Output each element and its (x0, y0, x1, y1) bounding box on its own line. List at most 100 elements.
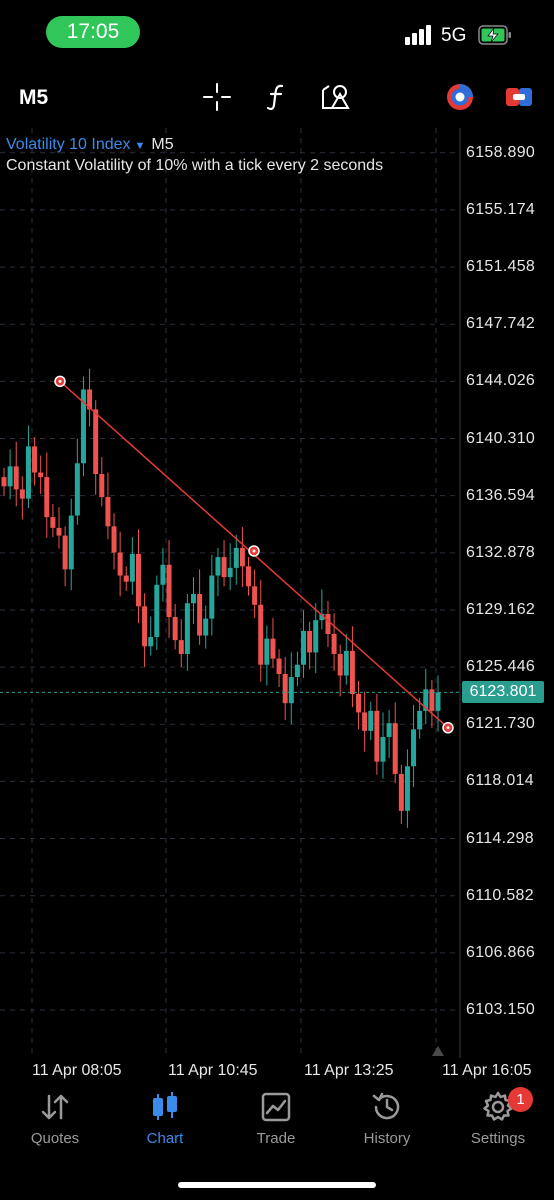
candle-body (184, 603, 190, 654)
time-axis-label: 11 Apr 08:05 (32, 1062, 122, 1079)
chart-shift-marker (432, 1046, 444, 1056)
price-axis-label: 6144.026 (466, 372, 536, 390)
candle-body (282, 673, 288, 704)
candle-body (356, 693, 362, 713)
tab-label-quotes: Quotes (30, 1130, 80, 1147)
one-click-trading-icon[interactable] (504, 82, 534, 112)
candle-body (307, 630, 313, 653)
candle-body (411, 729, 417, 767)
candle-body (233, 547, 239, 568)
candle-body (276, 658, 282, 674)
candle-body (105, 497, 111, 527)
status-time[interactable]: 17:05 (46, 16, 140, 48)
tab-label-history: History (363, 1130, 411, 1147)
candle-body (209, 575, 215, 619)
symbol-timeframe: M5 (151, 136, 174, 153)
price-axis-label: 6132.878 (466, 543, 536, 561)
current-price-tag: 6123.801 (462, 681, 544, 704)
candle-body (178, 640, 184, 654)
candle-body (19, 489, 25, 499)
candle-body (337, 653, 343, 676)
time-axis-label: 11 Apr 13:25 (304, 1062, 394, 1079)
candle-body (74, 463, 80, 516)
trendline-anchor-center (446, 726, 450, 730)
candle-body (343, 650, 349, 676)
trendline-anchor-center (252, 549, 256, 553)
chart-symbol-header[interactable]: Volatility 10 Index ▼ M5 (6, 136, 174, 154)
candle-body (135, 554, 141, 607)
candle-body (32, 446, 38, 473)
candle-body (50, 517, 56, 528)
candle-body (221, 557, 227, 578)
candle-body (203, 618, 209, 636)
candle-body (392, 723, 398, 774)
price-axis-label: 6125.446 (466, 658, 536, 676)
candle-body (386, 723, 392, 738)
candle-body (252, 586, 258, 605)
settings-notification-badge: 1 (508, 1087, 533, 1112)
candle-body (368, 710, 374, 731)
tab-quotes[interactable]: Quotes (0, 1090, 110, 1150)
candle-body (331, 633, 337, 654)
objects-shapes-icon[interactable] (320, 82, 350, 112)
candle-body (111, 526, 117, 553)
price-axis-label: 6110.582 (466, 886, 534, 904)
price-axis-label: 6106.866 (466, 943, 536, 961)
tab-trade[interactable]: Trade (221, 1090, 331, 1150)
candle-body (190, 594, 196, 604)
candle-body (129, 554, 135, 582)
price-axis-label: 6129.162 (466, 600, 536, 618)
candle-body (142, 606, 148, 647)
candle-body (148, 637, 154, 647)
candle-body (227, 567, 233, 578)
price-axis-label: 6155.174 (466, 200, 536, 218)
candle-body (246, 566, 252, 587)
price-axis-label: 6147.742 (466, 315, 536, 333)
time-axis-label: 11 Apr 10:45 (168, 1062, 258, 1079)
indicators-f-icon[interactable] (262, 82, 292, 112)
symbol-dropdown-icon[interactable]: ▼ (135, 140, 146, 152)
price-axis-label: 6140.310 (466, 429, 536, 447)
candle-body (417, 710, 423, 730)
candle-body (62, 535, 68, 570)
tab-chart[interactable]: Chart (110, 1090, 220, 1150)
tab-label-settings: Settings (470, 1130, 526, 1147)
price-axis-label: 6121.730 (466, 715, 536, 733)
candlestick-icon (153, 1092, 177, 1120)
theme-toggle-icon[interactable] (445, 82, 475, 112)
candle-body (398, 773, 404, 811)
tab-settings[interactable]: Settings (443, 1090, 553, 1150)
candle-body (25, 446, 31, 499)
candle-body (68, 515, 74, 570)
timeframe-button[interactable]: M5 (19, 86, 48, 110)
tab-label-chart: Chart (146, 1130, 184, 1147)
candle-body (166, 564, 172, 618)
candle-body (435, 692, 441, 711)
signal-strength-icon (405, 23, 433, 45)
candle-body (294, 664, 300, 678)
candle-body (197, 594, 203, 636)
candle-body (93, 409, 99, 475)
candle-body (264, 638, 270, 665)
battery-charging-icon (478, 25, 511, 45)
candle-body (215, 557, 221, 576)
candle-body (313, 620, 319, 653)
candle-body (38, 472, 44, 478)
candle-body (404, 766, 410, 811)
history-clock-icon (372, 1092, 400, 1120)
candle-body (117, 552, 123, 576)
symbol-name[interactable]: Volatility 10 Index (6, 136, 131, 153)
candle-body (1, 477, 7, 487)
crosshair-icon[interactable] (202, 82, 232, 112)
candle-body (325, 613, 331, 634)
price-axis-label: 6158.890 (466, 143, 536, 161)
price-axis-label: 6118.014 (466, 772, 534, 790)
candle-body (374, 710, 380, 762)
trendline-anchor-center (58, 379, 62, 383)
candle-body (172, 617, 178, 641)
symbol-description: Constant Volatility of 10% with a tick e… (6, 157, 384, 174)
network-type: 5G (441, 25, 467, 46)
tab-history[interactable]: History (332, 1090, 442, 1150)
candle-body (13, 466, 19, 490)
candle-body (44, 477, 50, 518)
